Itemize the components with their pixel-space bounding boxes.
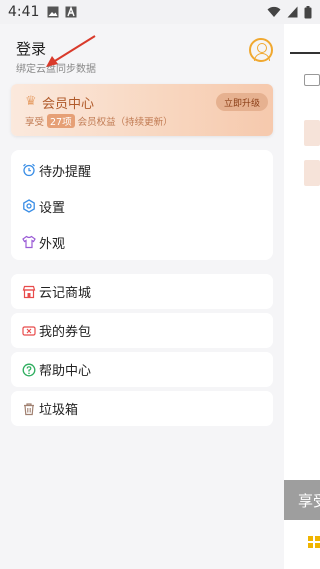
menu-item-coupons[interactable]: 我的券包: [11, 313, 273, 348]
promo-bar-text: 享受: [298, 491, 320, 510]
menu-label: 我的券包: [39, 325, 92, 340]
upgrade-button[interactable]: 立即升级: [216, 93, 268, 111]
side-drawer: 登录 绑定云盘同步数据 ♛ 会员中心 享受 27项 会员权益（持续更新） 立即升…: [0, 24, 284, 569]
avatar-icon[interactable]: [249, 38, 273, 62]
annotation-arrow-icon: [46, 35, 96, 67]
grid-icon[interactable]: [308, 536, 320, 548]
card-coupons: 我的券包: [11, 313, 273, 348]
trash-icon: [24, 402, 34, 415]
mail-icon[interactable]: [304, 74, 320, 86]
card-shop: 云记商城: [11, 274, 273, 309]
menu-group-main: 待办提醒 设置 外观: [11, 150, 273, 260]
alarm-clock-icon: [23, 163, 35, 177]
vip-desc-prefix: 享受: [25, 117, 45, 128]
wifi-icon: [267, 6, 281, 17]
menu-label: 云记商城: [39, 286, 92, 301]
promo-bar[interactable]: 享受: [284, 480, 320, 520]
menu-item-trash[interactable]: 垃圾箱: [11, 391, 273, 426]
help-icon: [22, 363, 36, 376]
note-thumbnail[interactable]: [304, 120, 320, 146]
shirt-icon: [22, 235, 36, 249]
vip-card[interactable]: ♛ 会员中心 享受 27项 会员权益（持续更新） 立即升级: [11, 84, 273, 136]
settings-icon: [23, 199, 35, 213]
vip-desc-suffix: 会员权益（持续更新）: [77, 117, 173, 128]
vip-description: 享受 27项 会员权益（持续更新）: [25, 114, 173, 128]
status-time: 4:41: [8, 4, 40, 20]
menu-label: 垃圾箱: [39, 403, 79, 418]
menu-item-shop[interactable]: 云记商城: [11, 274, 273, 309]
menu-label: 设置: [39, 200, 66, 216]
card-help: 帮助中心: [11, 352, 273, 387]
note-thumbnail[interactable]: [304, 160, 320, 186]
image-icon: [47, 6, 59, 18]
vip-count-badge: 27项: [47, 114, 75, 128]
menu-item-help[interactable]: 帮助中心: [11, 352, 273, 387]
menu-item-appearance[interactable]: 外观: [11, 224, 273, 260]
background-page: 享受: [284, 24, 320, 569]
vip-title: 会员中心: [42, 97, 95, 112]
shop-icon: [22, 285, 36, 298]
menu-item-reminders[interactable]: 待办提醒: [11, 152, 273, 188]
text-box-icon: [65, 6, 77, 18]
tab-underline: [290, 52, 320, 54]
coupon-icon: [22, 325, 36, 336]
menu-label: 外观: [39, 236, 66, 252]
status-icons: [267, 5, 312, 19]
status-bar: 4:41: [0, 0, 320, 24]
menu-label: 待办提醒: [39, 164, 92, 180]
battery-icon: [304, 5, 312, 18]
signal-icon: [287, 6, 298, 18]
card-trash: 垃圾箱: [11, 391, 273, 426]
menu-item-settings[interactable]: 设置: [11, 188, 273, 224]
menu-label: 帮助中心: [39, 364, 92, 379]
crown-icon: ♛: [25, 94, 37, 109]
